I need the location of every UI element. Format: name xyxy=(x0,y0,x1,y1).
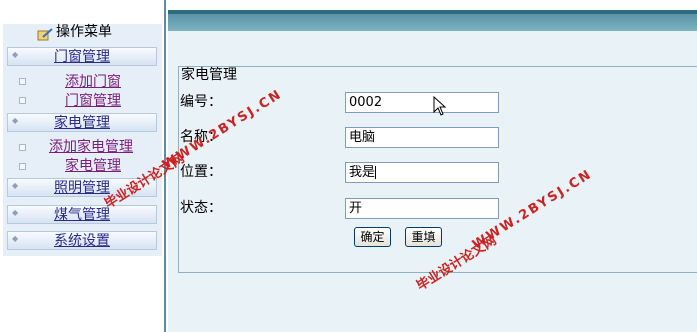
name-input[interactable]: 电脑 xyxy=(345,127,499,148)
form-legend: 家电管理 xyxy=(181,67,237,83)
menu-header-label: 门窗管理 xyxy=(54,49,110,65)
sub-bullet-icon xyxy=(19,144,26,151)
text-caret xyxy=(375,166,377,179)
header-bar-strip xyxy=(168,10,697,14)
label-status: 状态： xyxy=(180,200,222,216)
sub-bullet-icon xyxy=(19,97,26,104)
menu-pencil-icon xyxy=(37,28,53,41)
menu-header-door-window[interactable]: ◆ 门窗管理 xyxy=(7,47,157,66)
menu-header-gas[interactable]: ◆ 煤气管理 xyxy=(7,205,157,224)
mouse-pointer-icon xyxy=(433,96,447,116)
menu-link-door-window-manage[interactable]: 门窗管理 xyxy=(65,92,121,110)
confirm-button[interactable]: 确定 xyxy=(354,227,391,247)
location-input[interactable]: 我是 xyxy=(345,162,499,183)
menu-link-add-door-window[interactable]: 添加门窗 xyxy=(65,73,121,91)
location-value: 我是 xyxy=(349,165,376,180)
menu-header-label: 家电管理 xyxy=(54,115,110,131)
reset-button[interactable]: 重填 xyxy=(405,227,442,247)
sub-bullet-icon xyxy=(19,78,26,85)
menu-title: 操作菜单 xyxy=(56,24,112,40)
status-input[interactable]: 开 xyxy=(345,198,499,219)
id-input[interactable]: 0002 xyxy=(345,92,499,113)
sub-bullet-icon xyxy=(19,163,26,170)
menu-header-settings[interactable]: ◆ 系统设置 xyxy=(7,231,157,250)
label-location: 位置： xyxy=(180,164,222,180)
menu-header-appliance[interactable]: ◆ 家电管理 xyxy=(7,113,157,132)
menu-link-appliance-manage[interactable]: 家电管理 xyxy=(65,157,121,175)
menu-header-label: 系统设置 xyxy=(54,233,110,249)
sidebar: 操作菜单 ◆ 门窗管理 添加门窗 门窗管理 ◆ 家电管理 添加家电管理 家电管理… xyxy=(0,0,165,332)
menu-header-label: 煤气管理 xyxy=(54,207,110,223)
label-id: 编号： xyxy=(180,94,222,110)
menu-link-add-appliance[interactable]: 添加家电管理 xyxy=(49,138,133,156)
